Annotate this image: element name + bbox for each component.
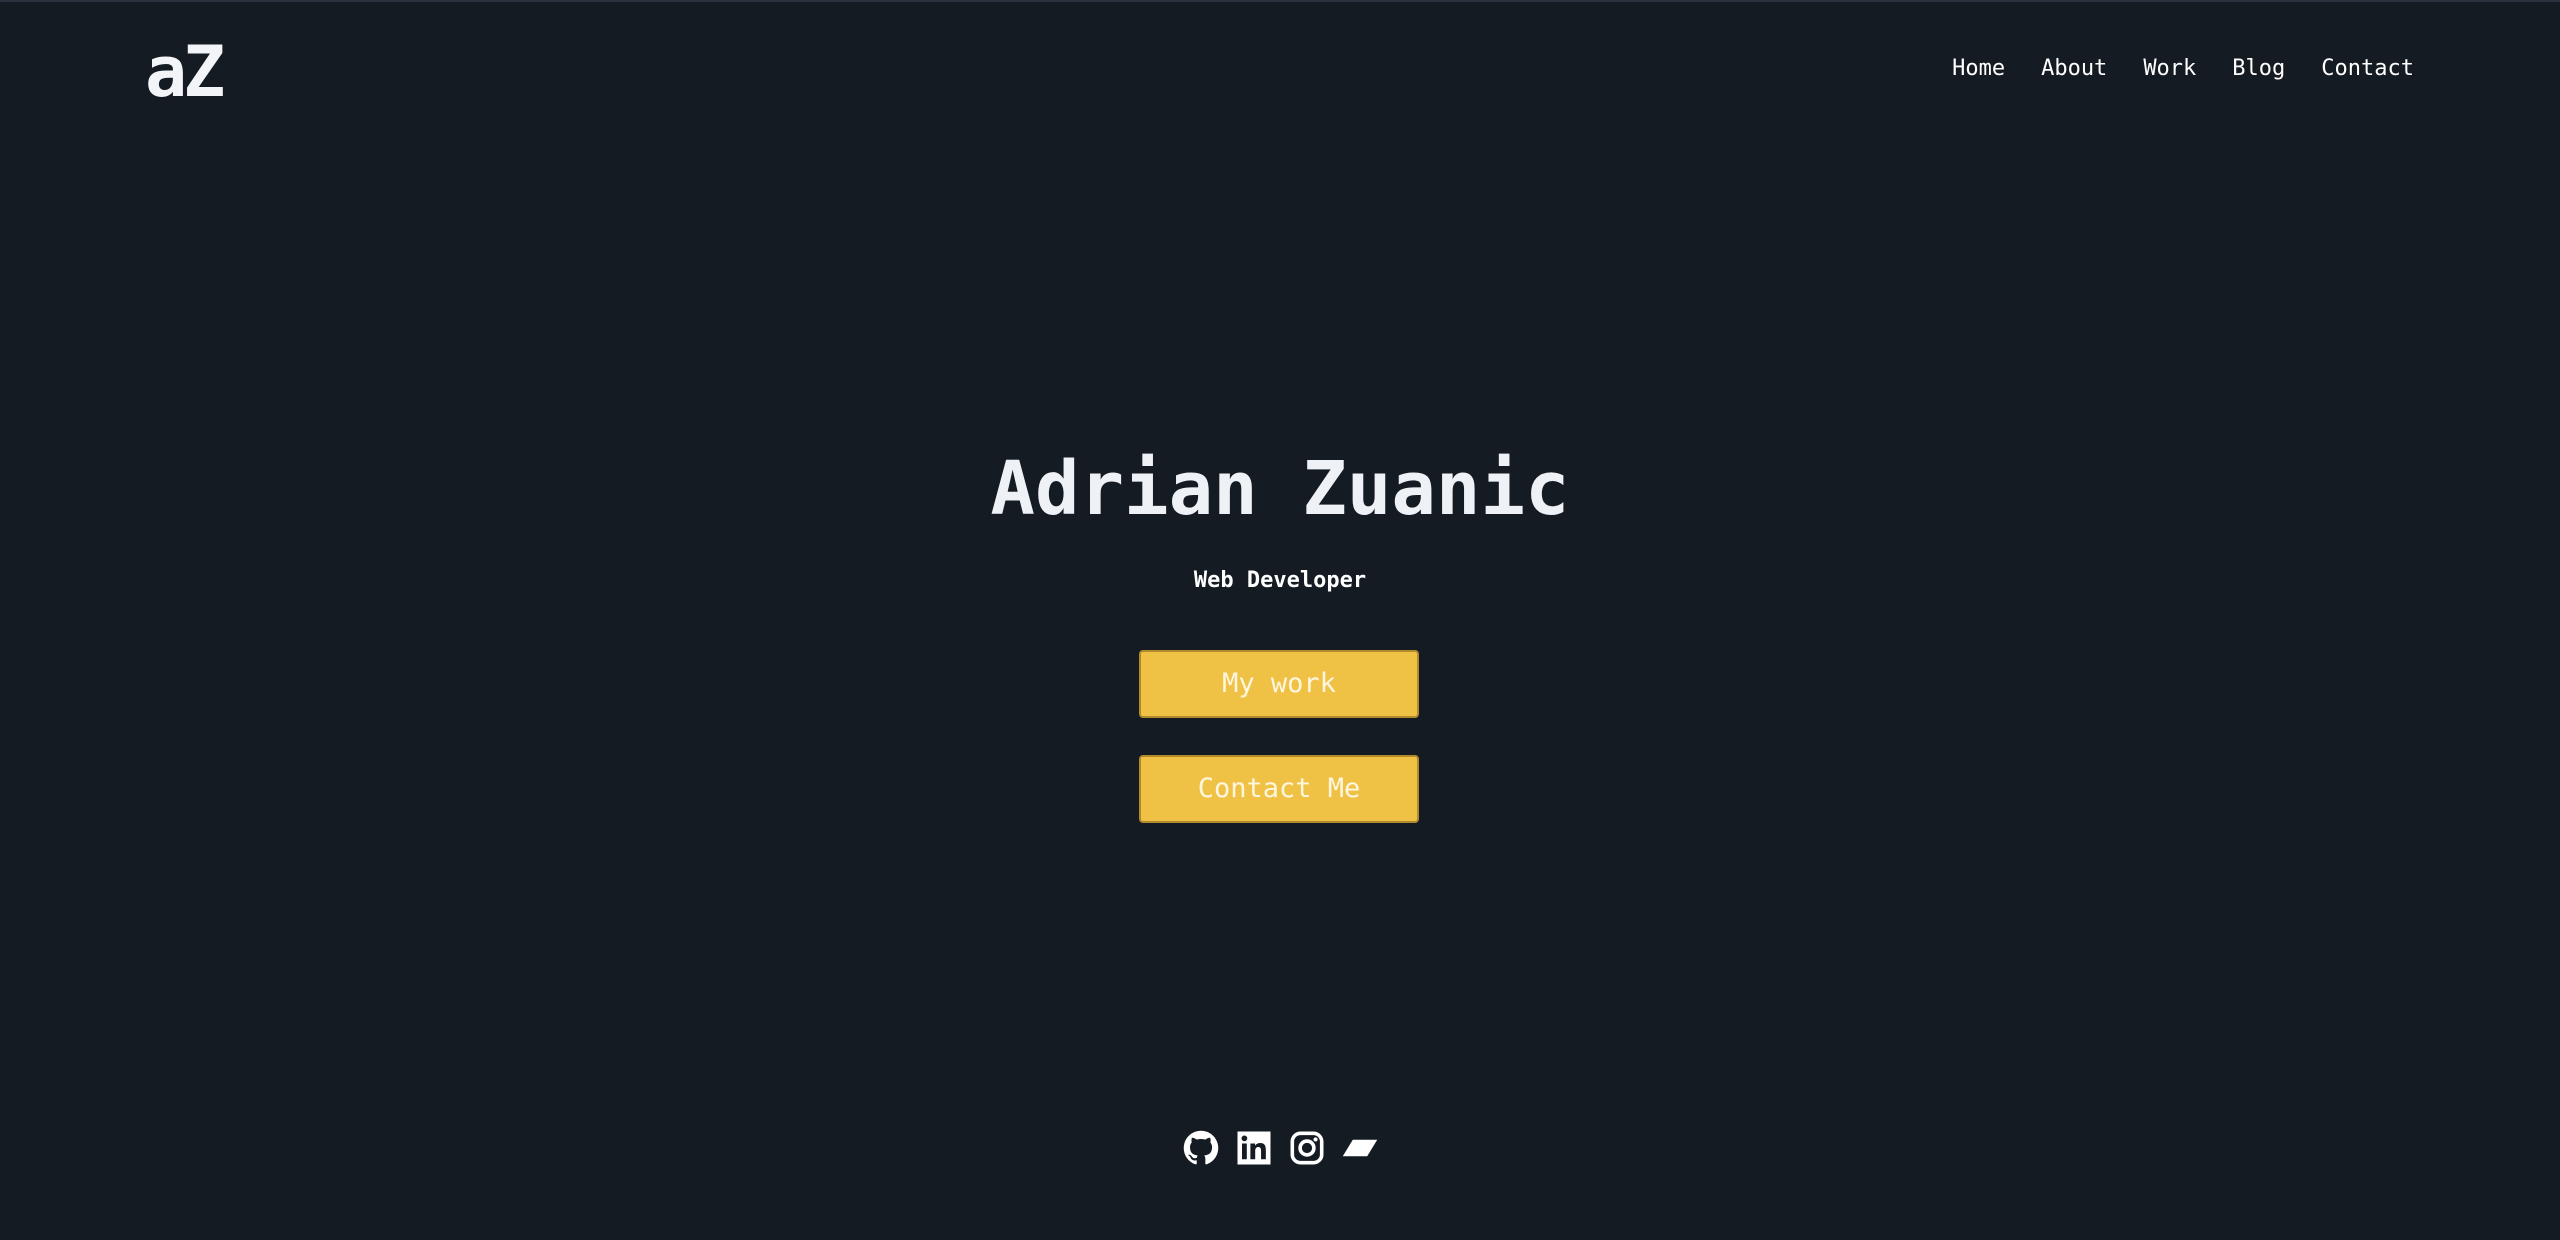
nav-work[interactable]: Work <box>2143 54 2196 84</box>
top-border <box>0 0 2560 2</box>
codepen-icon <box>1342 1139 1377 1157</box>
hero-title: Adrian Zuanic <box>990 446 1570 532</box>
github-link[interactable] <box>1183 1130 1219 1166</box>
instagram-icon <box>1290 1131 1324 1165</box>
codepen-link[interactable] <box>1342 1130 1378 1166</box>
github-icon <box>1183 1130 1218 1165</box>
linkedin-icon <box>1237 1131 1270 1165</box>
linkedin-link[interactable] <box>1236 1130 1272 1166</box>
nav-about[interactable]: About <box>2041 54 2107 84</box>
contact-me-button[interactable]: Contact Me <box>1139 755 1419 823</box>
nav-home[interactable]: Home <box>1952 54 2005 84</box>
nav-blog[interactable]: Blog <box>2232 54 2285 84</box>
my-work-button[interactable]: My work <box>1139 650 1419 718</box>
nav-contact[interactable]: Contact <box>2321 54 2414 84</box>
site-logo[interactable]: aZ <box>145 30 225 114</box>
hero-subtitle: Web Developer <box>1193 568 1367 593</box>
instagram-link[interactable] <box>1289 1130 1325 1166</box>
main-nav: Home About Work Blog Contact <box>1952 54 2414 84</box>
social-links <box>0 1130 2560 1166</box>
